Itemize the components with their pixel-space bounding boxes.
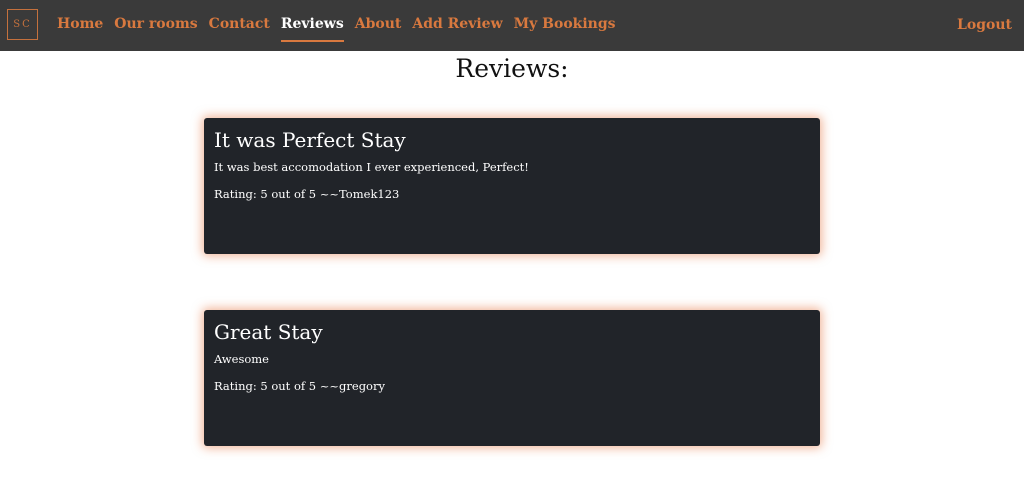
nav-add-review[interactable]: Add Review bbox=[407, 0, 507, 51]
page-title: Reviews: bbox=[455, 54, 569, 83]
main-nav: Home Our rooms Contact Reviews About Add… bbox=[52, 0, 622, 51]
nav-home[interactable]: Home bbox=[52, 0, 108, 51]
site-logo[interactable]: SC bbox=[7, 9, 38, 40]
review-title: Great Stay bbox=[214, 320, 323, 344]
review-card: It was Perfect Stay It was best accomoda… bbox=[204, 118, 820, 254]
nav-contact[interactable]: Contact bbox=[204, 0, 275, 51]
nav-my-bookings[interactable]: My Bookings bbox=[509, 0, 621, 51]
top-navbar: SC Home Our rooms Contact Reviews About … bbox=[0, 0, 1024, 51]
review-text: It was best accomodation I ever experien… bbox=[214, 160, 529, 174]
review-card: Great Stay Awesome Rating: 5 out of 5 ~~… bbox=[204, 310, 820, 446]
review-text: Awesome bbox=[214, 352, 269, 366]
review-rating: Rating: 5 out of 5 ~~Tomek123 bbox=[214, 187, 400, 201]
nav-reviews[interactable]: Reviews bbox=[276, 0, 349, 51]
nav-reviews-label: Reviews bbox=[280, 13, 344, 42]
logout-link[interactable]: Logout bbox=[957, 0, 1012, 51]
nav-about[interactable]: About bbox=[350, 0, 407, 51]
review-title: It was Perfect Stay bbox=[214, 128, 406, 152]
review-rating: Rating: 5 out of 5 ~~gregory bbox=[214, 379, 385, 393]
nav-our-rooms[interactable]: Our rooms bbox=[109, 0, 202, 51]
